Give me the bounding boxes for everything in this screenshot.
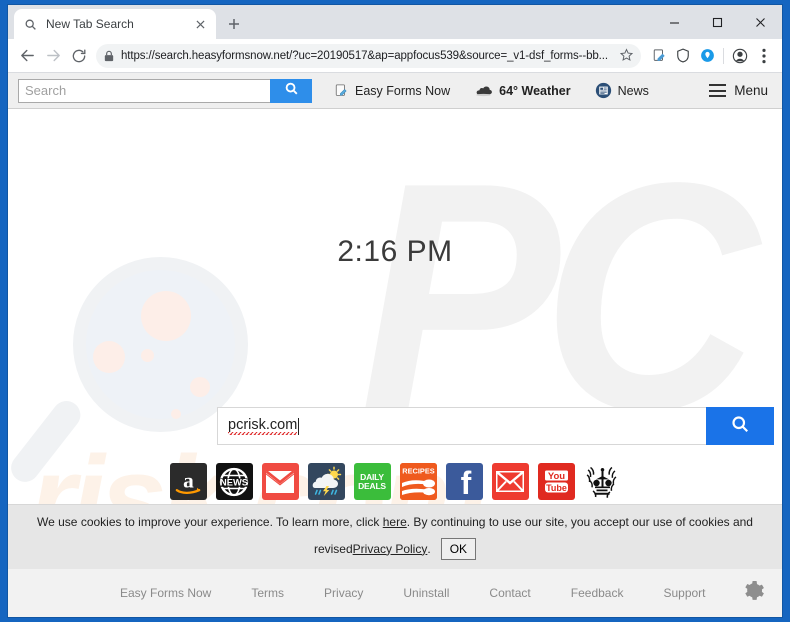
quick-link-mail[interactable] xyxy=(491,463,529,500)
quick-link-recipes[interactable]: RECIPES xyxy=(399,463,437,500)
toolbar-link-label: Easy Forms Now xyxy=(355,83,451,98)
divider xyxy=(723,47,724,64)
svg-text:f: f xyxy=(460,465,471,500)
omnibox-row: https://search.heasyformsnow.net/?uc=201… xyxy=(8,39,782,73)
hamburger-icon xyxy=(709,84,727,97)
toolbar-search-input[interactable] xyxy=(18,78,270,103)
footer-link-terms[interactable]: Terms xyxy=(251,586,284,600)
footer-link-support[interactable]: Support xyxy=(663,586,705,600)
cookie-period: . xyxy=(427,541,431,556)
footer-link-uninstall[interactable]: Uninstall xyxy=(403,586,449,600)
search-icon xyxy=(284,81,299,101)
tab-strip: New Tab Search xyxy=(8,5,782,39)
quick-link-facebook[interactable]: f xyxy=(445,463,483,500)
lock-icon xyxy=(104,50,114,62)
gear-icon xyxy=(741,579,765,608)
minimize-button[interactable] xyxy=(653,5,696,39)
cookie-text-before: We use cookies to improve your experienc… xyxy=(37,514,383,529)
settings-button[interactable] xyxy=(740,580,766,606)
cookie-consent-banner: We use cookies to improve your experienc… xyxy=(8,504,782,569)
footer-link-privacy[interactable]: Privacy xyxy=(324,586,363,600)
toolbar-menu-label: Menu xyxy=(734,83,768,98)
quick-link-youtube[interactable]: You Tube xyxy=(537,463,575,500)
cookie-text-line1: We use cookies to improve your experienc… xyxy=(37,515,753,529)
tab-title: New Tab Search xyxy=(46,17,134,31)
watermark-pc: PC xyxy=(360,114,759,478)
toolbar-link-news[interactable]: News xyxy=(595,82,649,99)
cookie-revised-text: revised xyxy=(313,541,353,556)
svg-text:RECIPES: RECIPES xyxy=(402,467,435,476)
privacy-policy-link[interactable]: Privacy Policy xyxy=(353,542,428,556)
close-icon[interactable] xyxy=(192,16,208,32)
page-search-input[interactable]: pcrisk.com xyxy=(217,407,706,445)
shield-icon[interactable] xyxy=(671,44,695,68)
toolbar-search-form xyxy=(18,78,312,103)
arrow-left-icon[interactable] xyxy=(14,43,40,69)
toolbar-link-easy-forms-now[interactable]: Easy Forms Now xyxy=(334,83,450,98)
toolbar-search-button[interactable] xyxy=(270,78,312,103)
quick-link-daily-deals[interactable]: DAILY DEALS xyxy=(353,463,391,500)
svg-text:You: You xyxy=(547,471,564,482)
url-text: https://search.heasyformsnow.net/?uc=201… xyxy=(121,49,608,62)
text-caret xyxy=(298,417,300,435)
search-icon xyxy=(730,414,750,439)
footer-link-easy-forms-now[interactable]: Easy Forms Now xyxy=(120,586,211,600)
svg-text:a: a xyxy=(183,468,194,492)
cloud-icon xyxy=(474,84,493,97)
footer-link-contact[interactable]: Contact xyxy=(489,586,530,600)
quick-link-irs[interactable] xyxy=(583,463,621,500)
cookie-here-link[interactable]: here xyxy=(383,515,407,529)
toolbar-link-label: News xyxy=(617,83,649,98)
reload-icon[interactable] xyxy=(66,43,92,69)
toolbar-menu-button[interactable]: Menu xyxy=(709,83,768,98)
profile-avatar-icon[interactable] xyxy=(728,44,752,68)
quick-link-news[interactable]: NEWS xyxy=(215,463,253,500)
footer-link-feedback[interactable]: Feedback xyxy=(571,586,624,600)
quick-links-row: a NEWS DAILY DEALS RECIPES f You Tube xyxy=(8,463,782,500)
form-document-icon xyxy=(334,83,349,98)
address-bar[interactable]: https://search.heasyformsnow.net/?uc=201… xyxy=(96,43,641,68)
quick-link-gmail[interactable] xyxy=(261,463,299,500)
browser-tab[interactable]: New Tab Search xyxy=(14,9,216,39)
arrow-right-icon[interactable] xyxy=(40,43,66,69)
toolbar-link-label: 64° Weather xyxy=(499,83,571,98)
svg-text:NEWS: NEWS xyxy=(220,477,248,487)
edit-document-icon[interactable] xyxy=(647,44,671,68)
hijacker-toolbar: Easy Forms Now 64° Weather xyxy=(8,73,782,109)
page-search-button[interactable] xyxy=(706,407,774,445)
window-controls xyxy=(653,5,782,39)
quick-link-weather[interactable] xyxy=(307,463,345,500)
cookie-ok-button[interactable]: OK xyxy=(440,537,477,560)
cookie-text-line2: revised Privacy Policy. OK xyxy=(313,537,477,560)
close-window-button[interactable] xyxy=(739,5,782,39)
location-pin-icon[interactable] xyxy=(695,44,719,68)
svg-text:Tube: Tube xyxy=(546,483,567,493)
quick-link-amazon[interactable]: a xyxy=(169,463,207,500)
star-icon[interactable] xyxy=(619,47,634,64)
page-search-value: pcrisk.com xyxy=(228,417,298,435)
quick-link-label: DAILY DEALS xyxy=(358,471,386,491)
page-content: PC risk.com 2:16 PM pcrisk.com a NEWS DA… xyxy=(8,109,782,508)
page-footer: Easy Forms Now Terms Privacy Uninstall C… xyxy=(8,569,782,617)
newspaper-icon xyxy=(595,82,612,99)
page-search-form: pcrisk.com xyxy=(217,407,774,445)
toolbar-link-weather[interactable]: 64° Weather xyxy=(474,83,571,98)
cookie-text-after: . By continuing to use our site, you acc… xyxy=(406,514,753,529)
kebab-menu-icon[interactable] xyxy=(752,44,776,68)
browser-window: New Tab Search https://search.heasyforms… xyxy=(8,5,782,617)
clock-display: 2:16 PM xyxy=(337,235,453,268)
omnibox-action-icons xyxy=(647,44,776,68)
new-tab-button[interactable] xyxy=(220,10,248,38)
search-icon xyxy=(22,16,38,32)
toolbar-links: Easy Forms Now 64° Weather News xyxy=(334,82,709,99)
maximize-button[interactable] xyxy=(696,5,739,39)
